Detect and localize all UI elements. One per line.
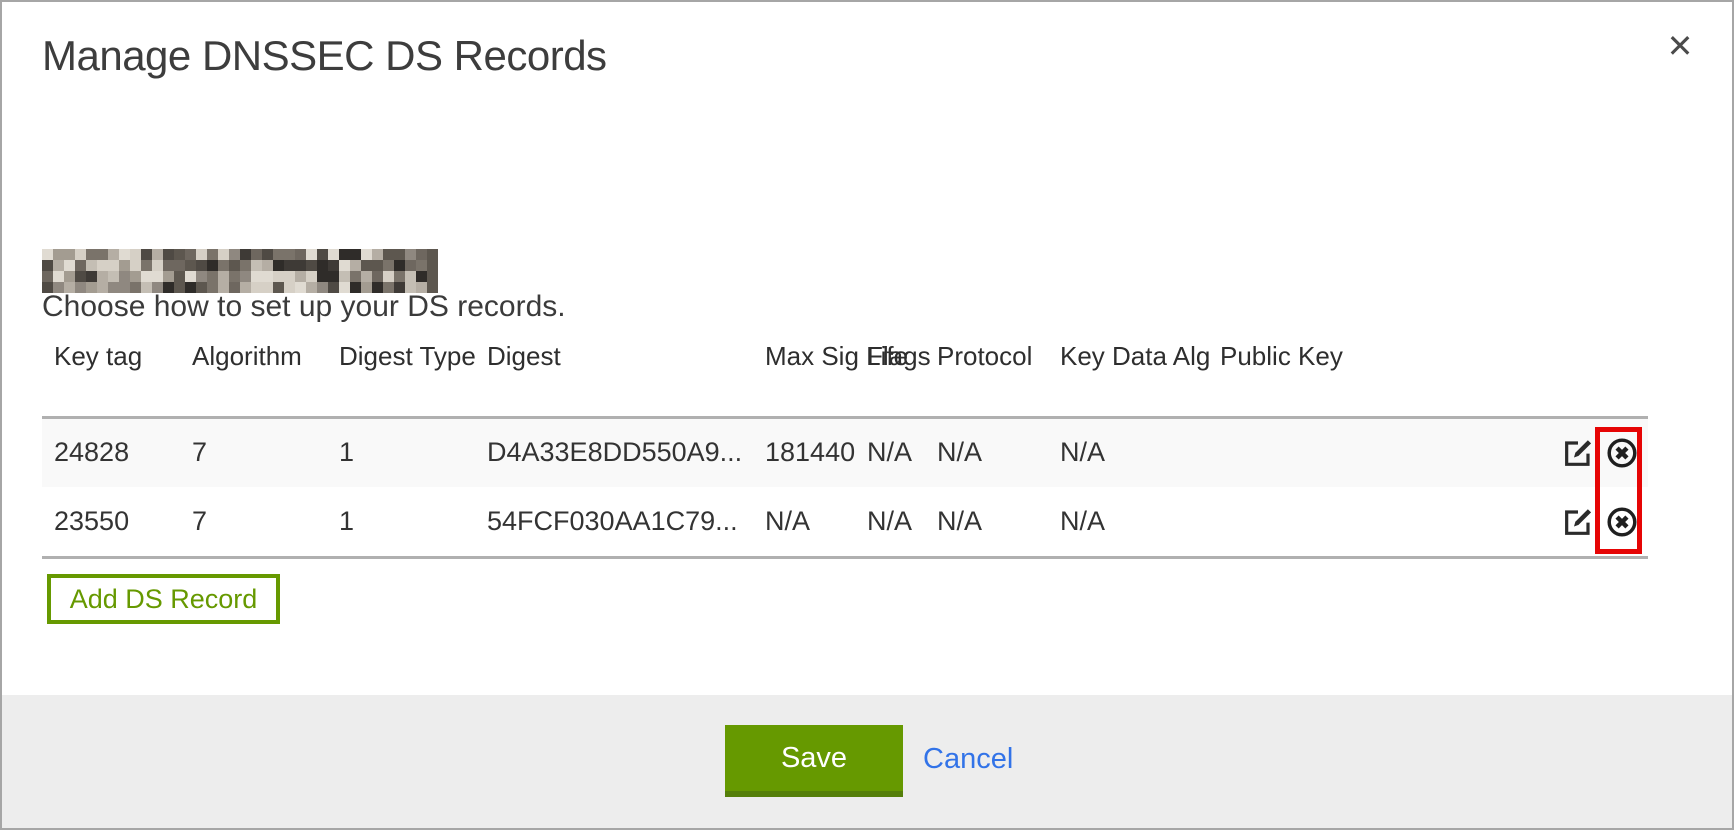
cell-max-sig-life: 1814400 [753,417,855,487]
row-actions [1448,487,1648,557]
cell-flags: N/A [855,487,925,557]
col-header-key-data-alg: Key Data Alg [1048,335,1208,417]
delete-icon [1606,437,1638,469]
row-actions [1448,417,1648,487]
domain-name-redacted [42,249,438,293]
edit-icon [1562,506,1594,538]
add-ds-record-button[interactable]: Add DS Record [47,574,280,624]
table-header-row: Key tag Algorithm Digest Type Digest Max… [42,335,1648,417]
col-header-algorithm: Algorithm [180,335,327,417]
cell-key-data-alg: N/A [1048,417,1208,487]
cell-digest-type: 1 [327,417,475,487]
subtitle-instructions: Choose how to set up your DS records. [42,290,566,324]
delete-record-button[interactable] [1606,506,1638,538]
col-header-digest: Digest [475,335,753,417]
col-header-actions [1448,335,1648,417]
edit-icon [1562,437,1594,469]
col-header-public-key: Public Key [1208,335,1448,417]
dialog-footer: Save Cancel [2,695,1732,828]
cell-key-tag: 24828 [42,417,180,487]
cell-flags: N/A [855,417,925,487]
edit-record-button[interactable] [1562,506,1594,538]
cell-key-tag: 23550 [42,487,180,557]
col-header-key-tag: Key tag [42,335,180,417]
cell-key-data-alg: N/A [1048,487,1208,557]
cell-algorithm: 7 [180,417,327,487]
table-row: 24828 7 1 D4A33E8DD550A9... 1814400 N/A … [42,417,1648,487]
manage-dnssec-dialog: Manage DNSSEC DS Records ✕ Choose how to… [0,0,1734,830]
cell-public-key [1208,417,1448,487]
cell-digest-type: 1 [327,487,475,557]
cell-protocol: N/A [925,487,1048,557]
cell-digest: 54FCF030AA1C79... [475,487,753,557]
cell-public-key [1208,487,1448,557]
page-title: Manage DNSSEC DS Records [42,32,607,80]
delete-record-button[interactable] [1606,437,1638,469]
col-header-digest-type: Digest Type [327,335,475,417]
cancel-link[interactable]: Cancel [923,743,1013,776]
close-icon[interactable]: ✕ [1658,24,1702,68]
table-row: 23550 7 1 54FCF030AA1C79... N/A N/A N/A … [42,487,1648,557]
cell-max-sig-life: N/A [753,487,855,557]
cell-algorithm: 7 [180,487,327,557]
ds-records-table: Key tag Algorithm Digest Type Digest Max… [42,335,1648,559]
edit-record-button[interactable] [1562,437,1594,469]
col-header-protocol: Protocol [925,335,1048,417]
cell-digest: D4A33E8DD550A9... [475,417,753,487]
delete-icon [1606,506,1638,538]
cell-protocol: N/A [925,417,1048,487]
col-header-max-sig-life: Max Sig Life [753,335,855,417]
save-button[interactable]: Save [725,725,903,797]
